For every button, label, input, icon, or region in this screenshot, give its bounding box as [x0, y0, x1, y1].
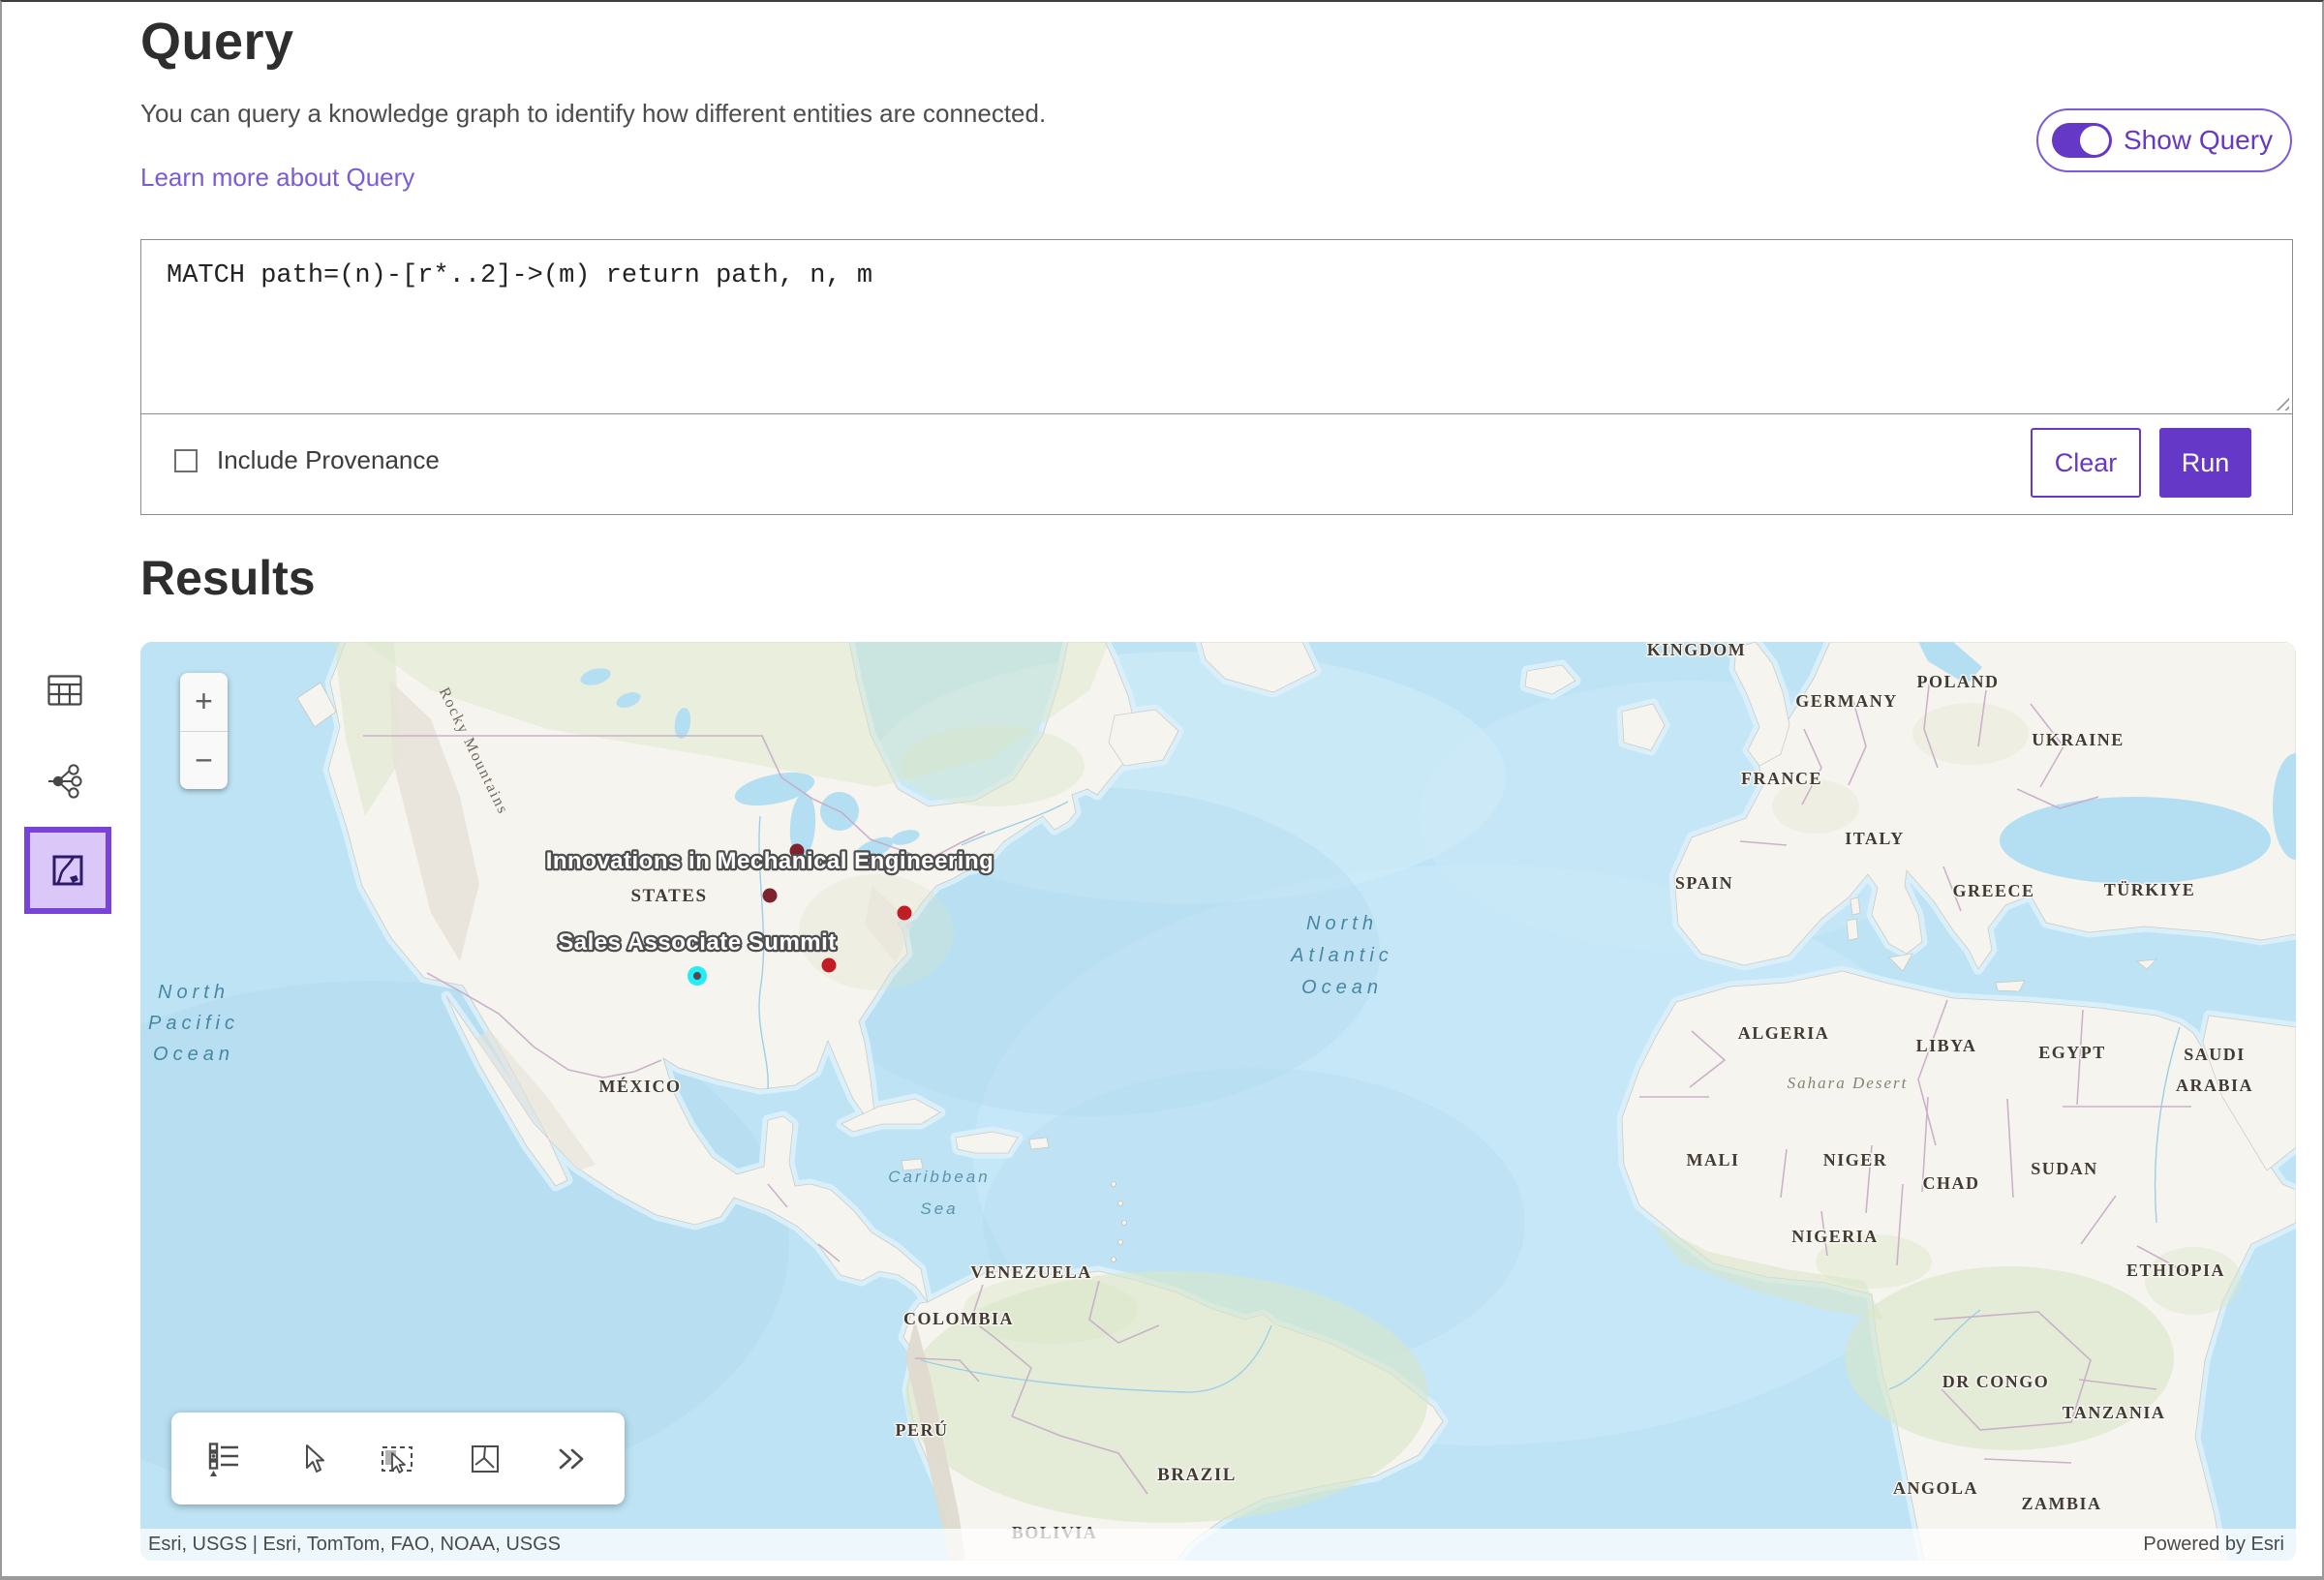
- map-label: Pacific: [148, 1013, 239, 1034]
- map-label: NIGERIA: [1791, 1227, 1879, 1246]
- map-label: SAUDI: [2184, 1045, 2246, 1064]
- page-description: You can query a knowledge graph to ident…: [140, 99, 1046, 129]
- map-label: GERMANY: [1795, 691, 1898, 711]
- map-label: ZAMBIA: [2021, 1494, 2101, 1513]
- attribution-sources: Esri, USGS | Esri, TomTom, FAO, NOAA, US…: [148, 1534, 561, 1556]
- map-canvas[interactable]: KINGDOM POLAND GERMANY UKRAINE FRANCE ITALY SP…: [140, 642, 2296, 1561]
- map-label: GREECE: [1952, 881, 2034, 900]
- pointer-icon: [294, 1442, 329, 1476]
- map-label: Sales Associate Summit: [558, 929, 837, 956]
- map-label: DR CONGO: [1942, 1372, 2050, 1391]
- map-label: TÜRKIYE: [2104, 880, 2196, 899]
- query-page: Query You can query a knowledge graph to…: [0, 0, 2324, 1580]
- legend-list-button[interactable]: [206, 1440, 245, 1478]
- link-chart-icon: [46, 763, 85, 800]
- results-title: Results: [140, 550, 316, 606]
- map-label: COLOMBIA: [903, 1309, 1014, 1328]
- map-point-entity-selected[interactable]: [690, 969, 704, 983]
- map-label: ALGERIA: [1738, 1023, 1830, 1043]
- map-label: NIGER: [1823, 1150, 1888, 1170]
- map-label: ARABIA: [2176, 1076, 2253, 1095]
- pointer-tool-button[interactable]: [294, 1442, 329, 1476]
- toggle-knob: [2080, 126, 2109, 155]
- map-label: KINGDOM: [1647, 642, 1747, 659]
- query-input[interactable]: MATCH path=(n)-[r*..2]->(m) return path,…: [141, 240, 2292, 414]
- show-query-label: Show Query: [2124, 125, 2273, 156]
- table-view-button[interactable]: [47, 675, 82, 707]
- link-chart-view-button[interactable]: [46, 763, 85, 800]
- expand-toolbar-button[interactable]: [553, 1442, 590, 1476]
- map-label: TANZANIA: [2063, 1403, 2166, 1422]
- map-label: SPAIN: [1675, 873, 1733, 893]
- map-label: MÉXICO: [599, 1076, 682, 1096]
- select-rectangle-icon: [379, 1440, 417, 1478]
- map-point-entity-dark[interactable]: [763, 889, 778, 903]
- toggle-switch[interactable]: [2052, 123, 2112, 158]
- map-label: SUDAN: [2031, 1159, 2098, 1178]
- map-label: ITALY: [1845, 829, 1905, 848]
- map-label: ANGOLA: [1893, 1478, 1978, 1498]
- include-provenance-checkbox[interactable]: [174, 449, 198, 472]
- map-label: North: [1306, 913, 1378, 934]
- run-button[interactable]: Run: [2159, 428, 2251, 498]
- table-icon: [47, 675, 82, 707]
- map-label: Sahara Desert: [1788, 1074, 1909, 1092]
- learn-more-link[interactable]: Learn more about Query: [140, 163, 414, 193]
- map-label: EGYPT: [2038, 1043, 2106, 1062]
- map-label: North: [158, 982, 229, 1003]
- map-label: BRAZIL: [1157, 1465, 1237, 1485]
- page-title: Query: [140, 12, 294, 72]
- map-label: FRANCE: [1741, 769, 1822, 788]
- map-label: POLAND: [1917, 672, 2000, 691]
- map-label: CHAD: [1923, 1173, 1980, 1193]
- query-panel: MATCH path=(n)-[r*..2]->(m) return path,…: [140, 239, 2293, 515]
- map-label: Atlantic: [1290, 945, 1393, 966]
- attribution-powered-by: Powered by Esri: [2143, 1534, 2284, 1556]
- include-provenance-label: Include Provenance: [217, 445, 440, 475]
- map-label: ETHIOPIA: [2126, 1261, 2225, 1280]
- map-label: STATES: [630, 886, 707, 906]
- legend-list-icon: [206, 1440, 245, 1478]
- zoom-control: + −: [180, 673, 228, 789]
- select-rectangle-button[interactable]: [379, 1440, 417, 1478]
- map-label: UKRAINE: [2032, 730, 2125, 749]
- map-icon: [50, 853, 85, 888]
- map-point-entity-red[interactable]: [898, 906, 912, 921]
- map-label: Ocean: [153, 1044, 234, 1065]
- map-label: Innovations in Mechanical Engineering: [546, 848, 994, 874]
- expand-icon: [553, 1442, 590, 1476]
- zoom-in-button[interactable]: +: [180, 673, 228, 732]
- map-label: LIBYA: [1916, 1036, 1977, 1055]
- zoom-out-button[interactable]: −: [180, 732, 228, 790]
- show-query-toggle[interactable]: Show Query: [2036, 108, 2292, 172]
- map-toolbar: [171, 1413, 625, 1504]
- map-label: Ocean: [1301, 977, 1383, 998]
- query-footer: Include Provenance Clear Run: [141, 414, 2292, 514]
- clear-button[interactable]: Clear: [2031, 428, 2141, 498]
- select-region-button[interactable]: [467, 1441, 504, 1477]
- map-label: PERÚ: [896, 1419, 949, 1440]
- map-attribution: Esri, USGS | Esri, TomTom, FAO, NOAA, US…: [140, 1529, 2296, 1561]
- select-region-icon: [467, 1441, 504, 1477]
- map-label: Caribbean: [888, 1168, 990, 1186]
- map-point-entity-red[interactable]: [822, 958, 837, 973]
- map-view-button[interactable]: [24, 827, 111, 914]
- map-label: MALI: [1687, 1150, 1740, 1170]
- map-label: Sea: [920, 1200, 958, 1218]
- map-label: VENEZUELA: [970, 1262, 1092, 1282]
